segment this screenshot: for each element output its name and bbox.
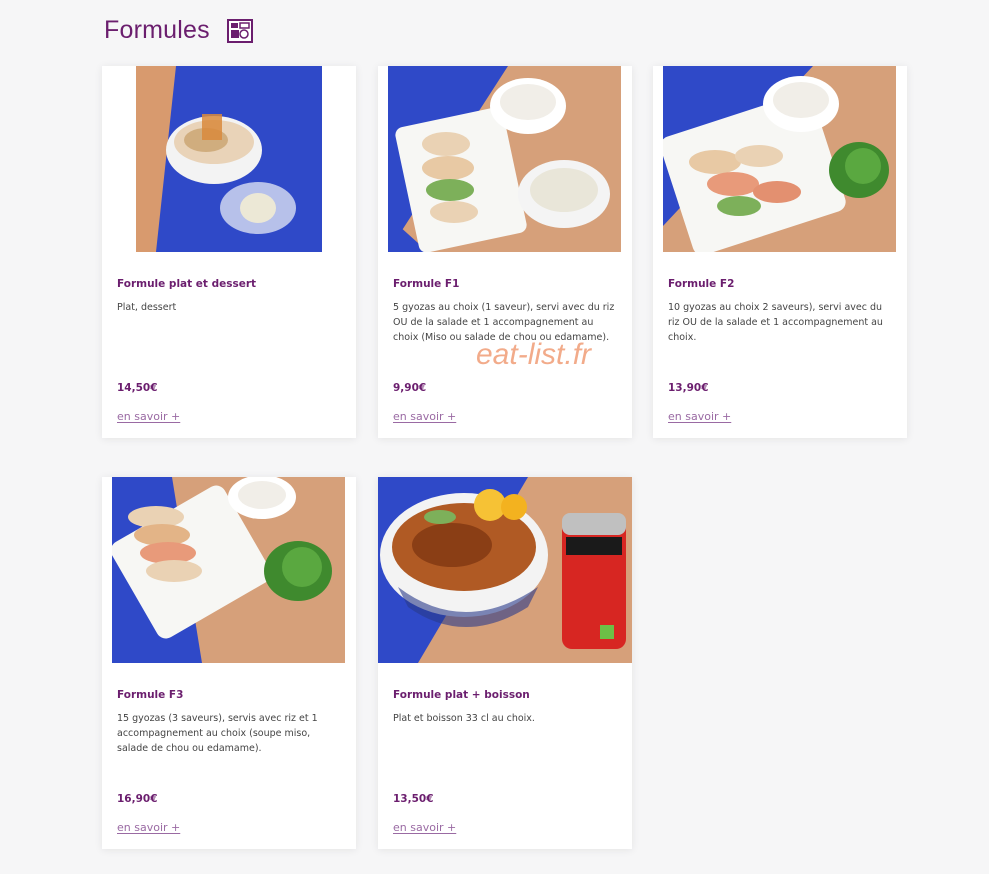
card-price: 13,50€ bbox=[393, 793, 434, 805]
learn-more-link[interactable]: en savoir + bbox=[393, 410, 456, 423]
card-price: 9,90€ bbox=[393, 382, 427, 394]
learn-more-link[interactable]: en savoir + bbox=[117, 821, 180, 834]
learn-more-link[interactable]: en savoir + bbox=[393, 821, 456, 834]
card-description: 10 gyozas au choix 2 saveurs), servi ave… bbox=[668, 302, 883, 343]
formula-card-plat-boisson[interactable]: Formule plat + boisson Plat et boisson 3… bbox=[378, 477, 632, 849]
card-description: 15 gyozas (3 saveurs), servis avec riz e… bbox=[117, 713, 318, 754]
card-price: 16,90€ bbox=[117, 793, 158, 805]
card-title: Formule F1 bbox=[393, 278, 460, 290]
gyozas-rice-edamame-photo-2 bbox=[112, 477, 345, 663]
formula-card-plat-dessert[interactable]: Formule plat et dessert Plat, dessert 14… bbox=[102, 66, 356, 438]
card-description: Plat, dessert bbox=[117, 302, 177, 313]
formula-card-f3[interactable]: Formule F3 15 gyozas (3 saveurs), servis… bbox=[102, 477, 356, 849]
card-title: Formule F3 bbox=[117, 689, 184, 701]
donburi-and-soda-photo bbox=[378, 477, 632, 663]
card-title: Formule F2 bbox=[668, 278, 735, 290]
formula-card-f2[interactable]: Formule F2 10 gyozas au choix 2 saveurs)… bbox=[653, 66, 907, 438]
gyozas-rice-edamame-photo bbox=[663, 66, 896, 252]
card-title: Formule plat et dessert bbox=[117, 278, 257, 290]
section-header: Formules bbox=[104, 16, 253, 45]
page-title: Formules bbox=[104, 16, 210, 44]
card-price: 13,90€ bbox=[668, 382, 709, 394]
card-price: 14,50€ bbox=[117, 382, 158, 394]
card-description: Plat et boisson 33 cl au choix. bbox=[393, 713, 535, 724]
gyozas-rice-salad-photo bbox=[388, 66, 621, 252]
formula-card-f1[interactable]: Formule F1 5 gyozas au choix (1 saveur),… bbox=[378, 66, 632, 438]
learn-more-link[interactable]: en savoir + bbox=[117, 410, 180, 423]
watermark: eat-list.fr bbox=[476, 338, 592, 371]
donburi-and-dessert-photo bbox=[136, 66, 322, 252]
learn-more-link[interactable]: en savoir + bbox=[668, 410, 731, 423]
card-title: Formule plat + boisson bbox=[393, 689, 530, 701]
menu-tray-icon bbox=[226, 18, 253, 43]
